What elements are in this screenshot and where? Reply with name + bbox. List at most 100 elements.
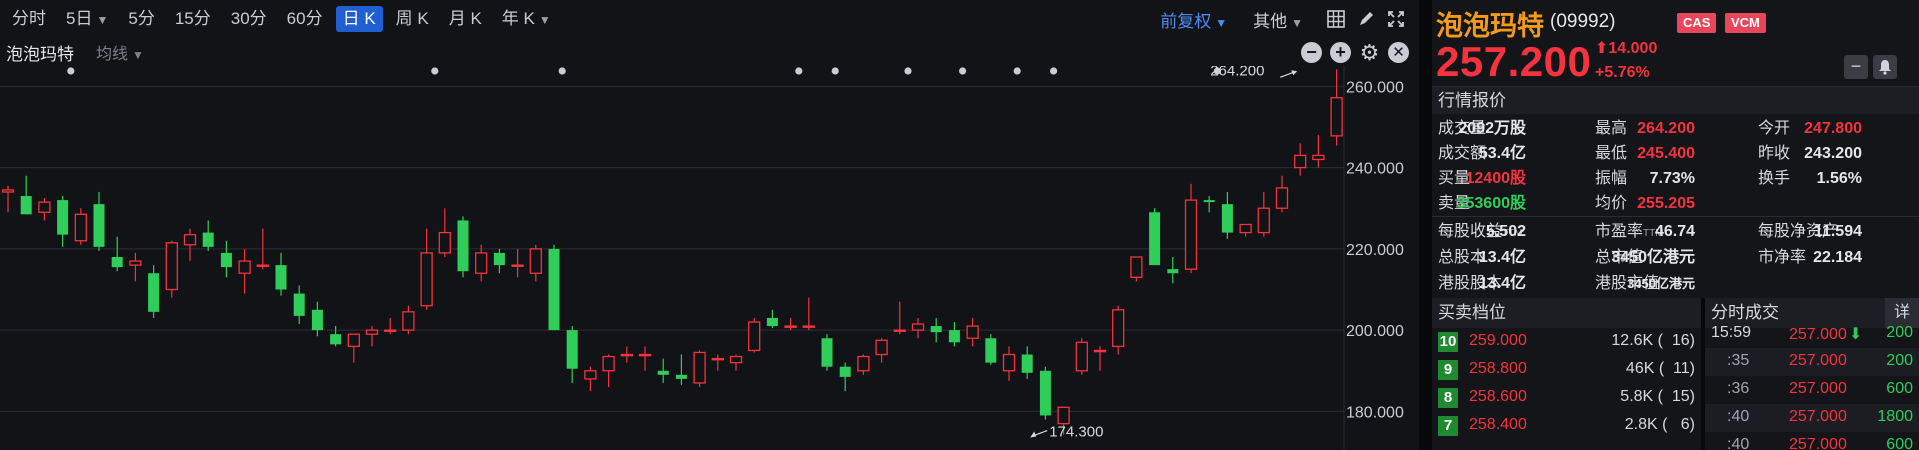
candle-body (802, 325, 815, 328)
candle-body (1002, 353, 1016, 372)
event-marker[interactable] (1050, 67, 1058, 75)
event-marker[interactable] (904, 67, 912, 75)
candle-body (1239, 223, 1252, 234)
zoom-in-icon[interactable]: + (1330, 42, 1351, 63)
tick-price-cell: 257.000 (1789, 436, 1847, 450)
candle-body (220, 252, 232, 268)
timeframe-tab[interactable]: 5日 ▼ (59, 6, 115, 32)
order-book-row[interactable]: 10 259.000 12.6K ( 16) (1432, 328, 1701, 356)
timeframe-tab[interactable]: 日 K (335, 6, 383, 32)
tick-volume: 200 (1886, 352, 1913, 369)
order-book-row[interactable]: 8 258.600 5.8K ( 15) (1432, 384, 1701, 412)
timeframe-tab[interactable]: 30分 (224, 6, 274, 32)
chevron-down-icon: ▼ (538, 13, 551, 27)
indicator-dropdown[interactable]: 均线 ▼ (96, 40, 144, 64)
timeframe-tab[interactable]: 60分 (280, 6, 330, 32)
tick-volume: 600 (1886, 380, 1913, 397)
fundamentals-grid: 每股收益TTM 5.502 市盈率TTM 46.74 每股净资产 11.594 总股本 13.… (1432, 216, 1919, 296)
event-marker[interactable] (558, 67, 566, 75)
timeframe-label: 月 K (448, 9, 482, 28)
candle-body (1221, 204, 1233, 233)
tick-price: 257.000 (1789, 352, 1847, 369)
timeframe-label: 周 K (395, 9, 429, 28)
tick-volume: 200 (1886, 324, 1913, 341)
down-arrow-icon: ⬇ (1848, 326, 1863, 343)
candle-body (875, 339, 888, 356)
tick-time: 15:59 (1711, 324, 1752, 341)
timeframe-label: 日 K (342, 9, 376, 28)
candle-body (566, 330, 578, 369)
quote-value: 353600股 (1456, 195, 1526, 212)
quote-header: 泡泡玛特 (09992) CAS VCM 257.200 ⬆14.000 +5.… (1432, 0, 1919, 86)
timeframe-tab[interactable]: 月 K (442, 6, 489, 32)
candle-body (1075, 341, 1088, 372)
level-badge: 10 (1438, 332, 1458, 352)
timeframe-label: 5分 (128, 9, 155, 28)
quote-value: 264.200 (1637, 120, 1695, 137)
close-icon[interactable]: ✕ (1388, 42, 1409, 63)
event-marker[interactable] (67, 67, 75, 75)
candlestick-chart[interactable]: 260.000 240.000 220.000 200.000 180.000 264.2… (0, 66, 1419, 450)
timeframe-tab[interactable]: 5分 (121, 6, 161, 32)
candle-body (93, 204, 105, 247)
fullscreen-icon[interactable] (1385, 8, 1407, 30)
level-volume: 5.8K ( 15) (1620, 388, 1695, 405)
tick-time: :36 (1727, 380, 1750, 397)
candle-body (893, 329, 906, 332)
candle-body (330, 334, 342, 345)
timeframe-tab[interactable]: 15分 (168, 6, 218, 32)
last-price: 257.200 (1436, 38, 1592, 85)
quote-value: 12400股 (1465, 170, 1527, 187)
candle-body (183, 233, 197, 246)
candle-body (602, 355, 615, 372)
tick-price-cell: 257.000 ⬇ (1789, 324, 1862, 344)
event-marker[interactable] (795, 67, 803, 75)
timeframe-tab[interactable]: 年 K ▼ (495, 6, 558, 32)
alert-bell-icon[interactable] (1873, 55, 1897, 79)
quote-section-title: 行情报价 (1432, 86, 1919, 114)
candle-body (438, 231, 451, 254)
timeframe-tab[interactable]: 周 K (389, 6, 436, 32)
candle-body (548, 248, 560, 331)
price-change-value: 14.000 (1608, 40, 1658, 57)
quote-value: 53.4亿 (1478, 145, 1526, 162)
y-tick-label: 260.000 (1346, 79, 1404, 96)
quote-value: 2092万股 (1458, 120, 1526, 137)
candle-body (748, 321, 761, 352)
collapse-button[interactable]: − (1844, 55, 1868, 79)
grid-layout-icon[interactable] (1325, 8, 1347, 30)
event-marker[interactable] (1013, 67, 1021, 75)
chart-panel: 分时 5日 ▼ 5分 15分 30分 60分日 K周 K月 K年 K ▼ 前复权 ▼ 其他 ▼ 泡… (0, 0, 1419, 450)
candle-body (165, 242, 178, 291)
price-annotation: 174.300 (1049, 424, 1103, 441)
stock-code: (09992) (1550, 11, 1616, 32)
order-book-title: 买卖档位 (1432, 298, 1701, 328)
candle-body (475, 252, 488, 274)
timeframe-label: 60分 (286, 9, 323, 28)
adjust-dropdown[interactable]: 前复权 ▼ (1160, 7, 1227, 32)
order-book-row[interactable]: 7 258.400 2.8K ( 6) (1432, 412, 1701, 440)
timeframe-tab[interactable]: 分时 (5, 6, 53, 32)
other-label: 其他 (1253, 11, 1288, 31)
tick-time: :35 (1727, 352, 1750, 369)
candle-body (1167, 269, 1179, 274)
candle-body (311, 309, 323, 331)
draw-pen-icon[interactable] (1355, 8, 1377, 30)
chart-controls: − + ⚙ ✕ (1293, 42, 1409, 64)
settings-gear-icon[interactable]: ⚙ (1359, 42, 1380, 64)
event-marker[interactable] (959, 67, 967, 75)
adjust-label: 前复权 (1160, 11, 1212, 31)
event-marker[interactable] (831, 67, 839, 75)
fundamental-value: 13.4亿 (1478, 275, 1526, 292)
candle-body (420, 252, 433, 307)
price-change-percent: +5.76% (1595, 64, 1650, 81)
event-marker[interactable] (431, 67, 439, 75)
quote-value: 255.205 (1637, 195, 1695, 212)
bottom-panels: 买卖档位 10 259.000 12.6K ( 16) 9 258.800 46K ( 1… (1432, 298, 1919, 450)
other-dropdown[interactable]: 其他 ▼ (1253, 7, 1303, 32)
level-price: 259.000 (1469, 332, 1527, 349)
zoom-out-icon[interactable]: − (1301, 42, 1322, 63)
tick-row: :36 257.000 600 (1705, 376, 1919, 404)
y-tick-label: 220.000 (1346, 242, 1404, 259)
order-book-row[interactable]: 9 258.800 46K ( 11) (1432, 356, 1701, 384)
